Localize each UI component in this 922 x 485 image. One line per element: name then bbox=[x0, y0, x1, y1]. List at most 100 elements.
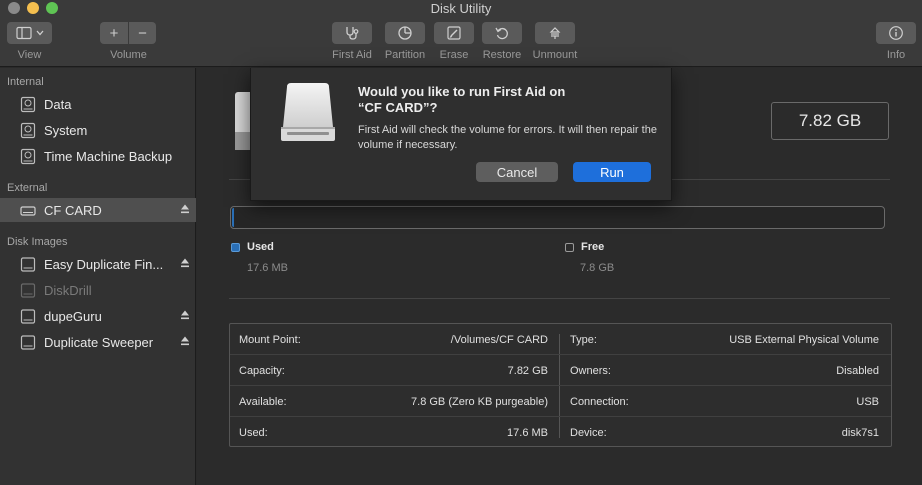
remove-volume-button[interactable]: − bbox=[128, 22, 156, 44]
info-value: /Volumes/CF CARD bbox=[450, 334, 548, 346]
add-volume-button[interactable]: + bbox=[100, 22, 128, 44]
internal-disk-icon bbox=[20, 122, 36, 138]
internal-disk-icon bbox=[20, 148, 36, 164]
info-key: Type: bbox=[570, 334, 597, 346]
eject-icon[interactable] bbox=[180, 257, 190, 269]
sidebar-item-easy-duplicate-finder[interactable]: Easy Duplicate Fin... bbox=[0, 252, 196, 276]
first-aid-label: First Aid bbox=[332, 49, 372, 61]
erase-icon bbox=[447, 26, 461, 40]
volume-info-table: Mount Point: /Volumes/CF CARD Type: USB … bbox=[229, 323, 892, 447]
partition-pie-icon bbox=[398, 26, 412, 40]
external-drive-icon bbox=[281, 83, 335, 141]
dialog-message: First Aid will check the volume for erro… bbox=[358, 124, 657, 151]
info-key: Used: bbox=[239, 427, 268, 439]
internal-disk-icon bbox=[20, 96, 36, 112]
eject-icon[interactable] bbox=[180, 203, 190, 215]
run-button[interactable]: Run bbox=[573, 162, 651, 182]
cancel-button[interactable]: Cancel bbox=[476, 162, 558, 182]
disk-utility-window: Disk Utility View + − Volume First Aid P… bbox=[0, 0, 922, 485]
dialog-title-line1: Would you like to run First Aid on bbox=[358, 84, 566, 99]
info-key: Connection: bbox=[570, 396, 629, 408]
sidebar-view-icon bbox=[15, 26, 43, 40]
disk-image-icon bbox=[20, 308, 36, 324]
legend-used-value: 17.6 MB bbox=[247, 262, 288, 274]
sidebar-item-label: dupeGuru bbox=[44, 308, 102, 324]
view-button[interactable] bbox=[7, 22, 52, 44]
info-value: disk7s1 bbox=[841, 427, 879, 439]
legend-used: Used bbox=[231, 241, 274, 253]
sidebar-item-diskdrill[interactable]: DiskDrill bbox=[0, 278, 196, 302]
sidebar-item-system[interactable]: System bbox=[0, 118, 196, 142]
free-swatch bbox=[565, 242, 574, 252]
disk-image-icon bbox=[20, 256, 36, 272]
erase-button[interactable] bbox=[434, 22, 474, 44]
sidebar-item-label: Easy Duplicate Fin... bbox=[44, 256, 164, 272]
sidebar-section-external: External bbox=[7, 182, 48, 194]
partition-label: Partition bbox=[384, 49, 426, 61]
view-label: View bbox=[17, 49, 42, 61]
restore-arrow-icon bbox=[495, 27, 508, 40]
volume-label: Volume bbox=[110, 49, 147, 61]
info-icon bbox=[889, 26, 903, 40]
sidebar-item-time-machine-backup[interactable]: Time Machine Backup bbox=[0, 144, 196, 168]
plus-icon: + bbox=[109, 24, 119, 42]
divider bbox=[229, 298, 890, 299]
info-key: Capacity: bbox=[239, 365, 285, 377]
info-key: Available: bbox=[239, 396, 287, 408]
dialog-title: Would you like to run First Aid on “CF C… bbox=[358, 84, 658, 116]
sidebar-item-dupeguru[interactable]: dupeGuru bbox=[0, 304, 196, 328]
info-value: USB bbox=[856, 396, 879, 408]
sidebar-section-internal: Internal bbox=[7, 76, 44, 88]
used-swatch bbox=[231, 242, 240, 252]
restore-label: Restore bbox=[482, 49, 522, 61]
first-aid-button[interactable] bbox=[332, 22, 372, 44]
stethoscope-icon bbox=[346, 27, 359, 40]
info-value: USB External Physical Volume bbox=[729, 334, 879, 346]
minus-icon: − bbox=[138, 24, 147, 42]
sidebar-item-data[interactable]: Data bbox=[0, 92, 196, 116]
info-key: Owners: bbox=[570, 365, 611, 377]
eject-icon[interactable] bbox=[180, 309, 190, 321]
sidebar-item-cf-card[interactable]: CF CARD bbox=[0, 198, 196, 222]
sidebar-item-label: Data bbox=[44, 96, 72, 112]
info-button[interactable] bbox=[876, 22, 916, 44]
disk-image-icon bbox=[20, 282, 36, 298]
disk-image-icon bbox=[20, 334, 36, 350]
sidebar-item-label: System bbox=[44, 122, 88, 138]
legend-free: Free bbox=[565, 241, 604, 253]
first-aid-dialog: Would you like to run First Aid on “CF C… bbox=[250, 68, 672, 201]
dialog-title-line2: “CF CARD”? bbox=[358, 100, 438, 115]
restore-button[interactable] bbox=[482, 22, 522, 44]
window-title: Disk Utility bbox=[430, 1, 492, 16]
legend-free-value: 7.8 GB bbox=[580, 262, 615, 274]
usage-bar-used-fill bbox=[232, 208, 234, 227]
toolbar: Disk Utility View + − Volume First Aid P… bbox=[0, 0, 922, 67]
info-value: 7.8 GB (Zero KB purgeable) bbox=[411, 396, 548, 408]
partition-button[interactable] bbox=[385, 22, 425, 44]
table-row: Capacity: 7.82 GB Owners: Disabled bbox=[230, 355, 891, 386]
volume-segmented-control: + − bbox=[100, 22, 156, 44]
sidebar-section-disk-images: Disk Images bbox=[7, 236, 68, 248]
sidebar-item-label: CF CARD bbox=[44, 202, 102, 218]
sidebar-item-label: Duplicate Sweeper bbox=[44, 334, 154, 350]
table-row: Used: 17.6 MB Device: disk7s1 bbox=[230, 417, 891, 448]
sidebar-item-duplicate-sweeper[interactable]: Duplicate Sweeper bbox=[0, 330, 196, 354]
info-key: Mount Point: bbox=[239, 334, 301, 346]
unmount-button[interactable] bbox=[535, 22, 575, 44]
external-disk-icon bbox=[20, 205, 36, 216]
sidebar-item-label: DiskDrill bbox=[44, 282, 92, 298]
sidebar-item-label: Time Machine Backup bbox=[44, 148, 173, 164]
table-row: Mount Point: /Volumes/CF CARD Type: USB … bbox=[230, 324, 891, 355]
info-value: Disabled bbox=[836, 365, 879, 377]
capacity-display: 7.82 GB bbox=[771, 102, 889, 140]
info-label: Info bbox=[886, 49, 906, 61]
sidebar: Internal Data System Time Machine Backup… bbox=[0, 68, 196, 485]
unmount-icon bbox=[549, 27, 561, 39]
info-key: Device: bbox=[570, 427, 607, 439]
eject-icon[interactable] bbox=[180, 335, 190, 347]
unmount-label: Unmount bbox=[532, 49, 578, 61]
table-row: Available: 7.8 GB (Zero KB purgeable) Co… bbox=[230, 386, 891, 417]
info-value: 7.82 GB bbox=[507, 365, 548, 377]
erase-label: Erase bbox=[439, 49, 469, 61]
usage-bar bbox=[230, 206, 885, 229]
